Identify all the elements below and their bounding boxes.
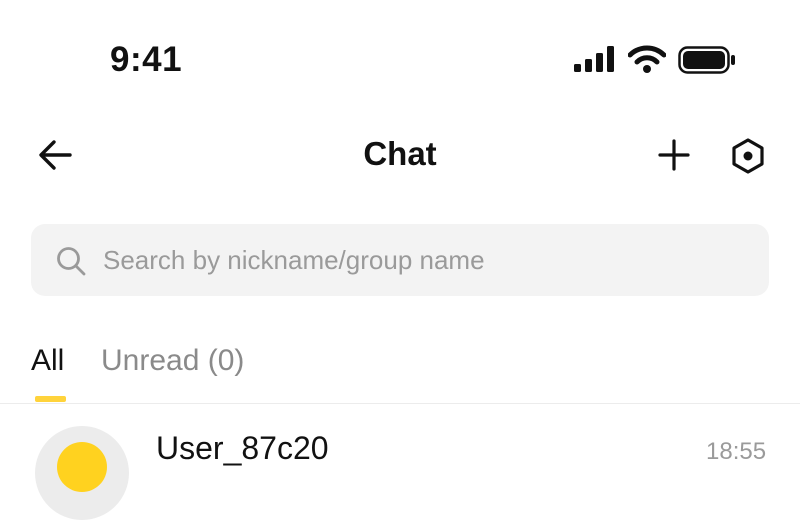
- status-time: 9:41: [110, 40, 183, 79]
- search-icon: [57, 247, 86, 276]
- search-input[interactable]: [103, 224, 743, 296]
- tab-all[interactable]: All: [31, 344, 64, 378]
- tab-unread[interactable]: Unread (0): [101, 344, 244, 378]
- wifi-icon: [628, 45, 666, 73]
- chat-header: Chat: [0, 120, 800, 190]
- chat-time: 18:55: [706, 438, 767, 465]
- settings-hex-icon: [732, 138, 764, 174]
- chat-name: User_87c20: [156, 430, 329, 466]
- status-bar: 9:41: [0, 0, 800, 100]
- cellular-signal-icon: [574, 46, 614, 72]
- list-item[interactable]: User_87c20 18:55: [0, 404, 800, 524]
- settings-button[interactable]: [728, 136, 768, 176]
- search-bar[interactable]: [31, 224, 769, 296]
- plus-icon: [658, 139, 690, 171]
- battery-icon: [678, 46, 735, 74]
- avatar: [35, 426, 129, 520]
- chat-tabs: All Unread (0): [0, 340, 800, 404]
- active-tab-indicator: [35, 396, 66, 402]
- add-chat-button[interactable]: [656, 137, 692, 173]
